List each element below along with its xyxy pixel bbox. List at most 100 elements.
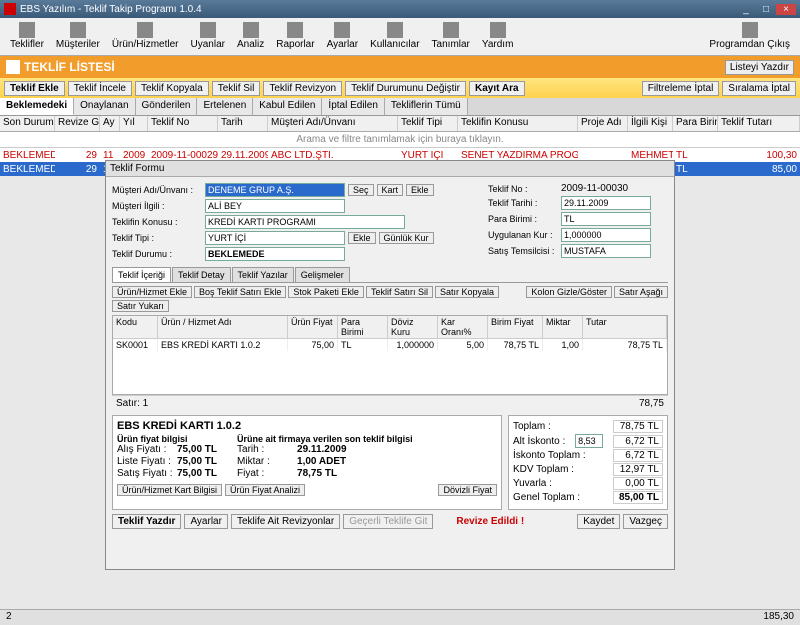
tarih-input[interactable] (561, 196, 651, 210)
urun-ekle-button[interactable]: Ürün/Hizmet Ekle (112, 286, 192, 298)
tab-detay[interactable]: Teklif Detay (172, 267, 231, 282)
col-tarih[interactable]: Tarih (218, 116, 268, 131)
tab-beklemedeki[interactable]: Beklemedeki (0, 98, 74, 115)
col-durum[interactable]: Son Durum (0, 116, 55, 131)
satir-kopyala-button[interactable]: Satır Kopyala (435, 286, 499, 298)
report-icon (287, 22, 303, 38)
col-musteri[interactable]: Müşteri Adı/Ünvanı (268, 116, 398, 131)
toolbar-teklifler[interactable]: Teklifler (4, 20, 50, 53)
col-gun[interactable]: Revize Gün (55, 116, 100, 131)
col-ay[interactable]: Ay (100, 116, 120, 131)
revize-label: Revize Edildi ! (456, 516, 524, 527)
window-titlebar: EBS Yazılım - Teklif Takip Programı 1.0.… (0, 0, 800, 18)
close-button[interactable]: × (776, 4, 796, 15)
teklif-ekle-button[interactable]: Teklif Ekle (4, 81, 65, 96)
item-row[interactable]: SK0001 EBS KREDİ KARTI 1.0.2 75,00 TL 1,… (113, 339, 667, 351)
musteri-input[interactable] (205, 183, 345, 197)
toolbar-ayarlar[interactable]: Ayarlar (321, 20, 365, 53)
col-para[interactable]: Para Birimi (673, 116, 718, 131)
toolbar-tanimlar[interactable]: Tanımlar (426, 20, 476, 53)
teklif-form-dialog: Teklif Formu Müşteri Adı/Ünvanı :SeçKart… (105, 160, 675, 570)
filter-hint[interactable]: Arama ve filtre tanımlamak için buraya t… (0, 132, 800, 148)
kolon-gizle-button[interactable]: Kolon Gizle/Göster (526, 286, 612, 298)
satir-asagi-button[interactable]: Satır Aşağı (614, 286, 668, 298)
fiyat-analiz-button[interactable]: Ürün Fiyat Analizi (225, 484, 305, 496)
teklif-sil-button[interactable]: Teklif Sil (212, 81, 261, 96)
doc-icon (19, 22, 35, 38)
bell-icon (200, 22, 216, 38)
chart-icon (243, 22, 259, 38)
summary-area: EBS KREDİ KARTI 1.0.2 Ürün fiyat bilgisi… (112, 415, 668, 510)
kayit-ara-button[interactable]: Kayıt Ara (469, 81, 525, 96)
filtre-iptal-button[interactable]: Filtreleme İptal (642, 81, 720, 96)
main-toolbar: Teklifler Müşteriler Ürün/Hizmetler Uyan… (0, 18, 800, 56)
iskonto-input[interactable] (575, 434, 603, 448)
minimize-button[interactable]: _ (736, 4, 756, 15)
tab-kabul[interactable]: Kabul Edilen (253, 98, 322, 115)
siralama-iptal-button[interactable]: Sıralama İptal (722, 81, 796, 96)
toolbar-raporlar[interactable]: Raporlar (270, 20, 320, 53)
teklif-yazdir-button[interactable]: Teklif Yazdır (112, 514, 181, 529)
ilgili-input[interactable] (205, 199, 345, 213)
tab-tumu[interactable]: Tekliflerin Tümü (385, 98, 468, 115)
toolbar-urunler[interactable]: Ürün/Hizmetler (106, 20, 185, 53)
teklif-revizyon-button[interactable]: Teklif Revizyon (263, 81, 342, 96)
maximize-button[interactable]: □ (756, 4, 776, 15)
col-konu[interactable]: Teklifin Konusu (458, 116, 578, 131)
stok-paket-button[interactable]: Stok Paketi Ekle (288, 286, 364, 298)
tab-icerik[interactable]: Teklif İçeriği (112, 267, 171, 282)
teklif-incele-button[interactable]: Teklif İncele (68, 81, 132, 96)
col-yil[interactable]: Yıl (120, 116, 148, 131)
tab-iptal[interactable]: İptal Edilen (322, 98, 384, 115)
form-buttons: Teklif Yazdır Ayarlar Teklife Ait Revizy… (112, 510, 668, 533)
grid-header: Son Durum Revize Gün Ay Yıl Teklif No Ta… (0, 116, 800, 132)
urun-kart-button[interactable]: Ürün/Hizmet Kart Bilgisi (117, 484, 222, 496)
tab-yazilar[interactable]: Teklif Yazılar (232, 267, 294, 282)
ayarlar-button[interactable]: Ayarlar (184, 514, 228, 529)
kur-input[interactable] (561, 228, 651, 242)
kaydet-button[interactable]: Kaydet (577, 514, 620, 529)
sec-button[interactable]: Seç (348, 184, 374, 196)
tab-ertelenen[interactable]: Ertelenen (197, 98, 253, 115)
satir-yukari-button[interactable]: Satır Yukarı (112, 300, 169, 312)
toolbar-analiz[interactable]: Analiz (231, 20, 270, 53)
teklif-durum-button[interactable]: Teklif Durumunu Değiştir (345, 81, 466, 96)
temsilci-select[interactable] (561, 244, 651, 258)
list-icon (443, 22, 459, 38)
satir-sil-button[interactable]: Teklif Satırı Sil (366, 286, 433, 298)
section-title: TEKLİF LİSTESİ (24, 60, 115, 74)
col-proje[interactable]: Proje Adı (578, 116, 628, 131)
durum-select[interactable] (205, 247, 345, 261)
toolbar-cikis[interactable]: Programdan Çıkış (703, 20, 796, 53)
toolbar-musteriler[interactable]: Müşteriler (50, 20, 106, 53)
item-status: Satır: 1 78,75 (112, 395, 668, 411)
gear-icon (334, 22, 350, 38)
window-controls: _ □ × (736, 4, 796, 15)
kart-button[interactable]: Kart (377, 184, 404, 196)
gecerli-git-button[interactable]: Geçerli Teklife Git (343, 514, 433, 529)
app-icon (4, 3, 16, 15)
toolbar-uyarilar[interactable]: Uyanlar (185, 20, 231, 53)
col-tutar[interactable]: Teklif Tutarı (718, 116, 800, 131)
dovizli-fiyat-button[interactable]: Dövizli Fiyat (438, 484, 497, 496)
teklif-kopyala-button[interactable]: Teklif Kopyala (135, 81, 209, 96)
ekle-button[interactable]: Ekle (406, 184, 434, 196)
section-header: TEKLİF LİSTESİ Listeyi Yazdır (0, 56, 800, 78)
tab-onaylanan[interactable]: Onaylanan (74, 98, 135, 115)
tab-gonderilen[interactable]: Gönderilen (136, 98, 198, 115)
para-select[interactable] (561, 212, 651, 226)
print-list-button[interactable]: Listeyi Yazdır (725, 60, 794, 75)
vazgec-button[interactable]: Vazgeç (623, 514, 668, 529)
col-tip[interactable]: Teklif Tipi (398, 116, 458, 131)
revizyonlar-button[interactable]: Teklife Ait Revizyonlar (231, 514, 340, 529)
konu-input[interactable] (205, 215, 405, 229)
col-kisi[interactable]: İlgili Kişi (628, 116, 673, 131)
tab-gelismeler[interactable]: Gelişmeler (295, 267, 350, 282)
gunluk-kur-button[interactable]: Günlük Kur (379, 232, 434, 244)
tip-select[interactable] (205, 231, 345, 245)
col-no[interactable]: Teklif No (148, 116, 218, 131)
toolbar-kullanicilar[interactable]: Kullanıcılar (364, 20, 425, 53)
ekle2-button[interactable]: Ekle (348, 232, 376, 244)
bos-satir-button[interactable]: Boş Teklif Satırı Ekle (194, 286, 286, 298)
toolbar-yardim[interactable]: Yardım (476, 20, 520, 53)
